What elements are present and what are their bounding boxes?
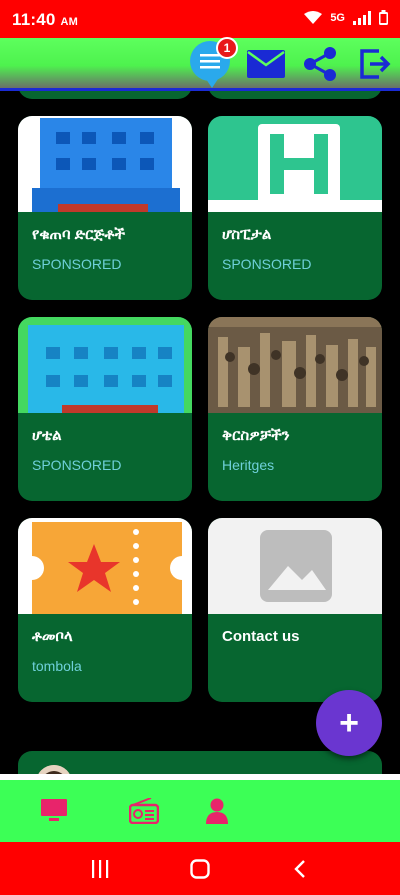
ticket-icon: [18, 518, 192, 614]
hotel-image: [18, 317, 192, 413]
mail-button[interactable]: [246, 44, 286, 84]
nav-radio-button[interactable]: [124, 794, 164, 828]
back-icon: [294, 860, 305, 878]
menu-bubble: 1: [190, 37, 238, 88]
partial-profile-card[interactable]: [18, 751, 382, 774]
card-subtitle: SPONSORED: [222, 256, 312, 272]
home-button[interactable]: [180, 854, 220, 884]
status-ampm: AM: [60, 16, 78, 28]
share-icon: [304, 47, 336, 81]
card-hotel[interactable]: ሆቴል SPONSORED: [18, 317, 192, 501]
notification-badge: 1: [216, 37, 238, 59]
status-icons: 5G: [304, 10, 388, 25]
logout-icon: [360, 49, 391, 79]
add-fab-button[interactable]: +: [316, 690, 382, 756]
app-bar: 1: [0, 37, 400, 91]
mail-icon: [247, 50, 285, 78]
bottom-nav: [0, 780, 400, 842]
hospital-image: [208, 116, 382, 212]
card-title: የቁጠባ ድርጅቶች: [32, 226, 126, 243]
nav-profile-button[interactable]: [197, 794, 237, 828]
menu-button[interactable]: 1: [190, 37, 238, 88]
heritage-image: [208, 317, 382, 413]
image-placeholder-icon: [208, 518, 382, 614]
card-subtitle: tombola: [32, 658, 82, 674]
share-button[interactable]: [300, 44, 340, 84]
status-time: 11:40 AM: [12, 10, 78, 30]
signal-icon: [353, 10, 371, 25]
category-grid: የቁጠባ ድርጅቶች SPONSORED ሆስፒታል SPONSORED ሆቴል…: [0, 91, 400, 774]
tv-icon: [41, 799, 67, 821]
card-title: ቅርስዎቻችን: [222, 427, 290, 444]
menu-icon: [200, 54, 220, 69]
card-heritage[interactable]: ቅርስዎቻችን Heritges: [208, 317, 382, 501]
tombola-image: [18, 518, 192, 614]
card-hospital[interactable]: ሆስፒታል SPONSORED: [208, 116, 382, 300]
card-title: ቶመቦላ: [32, 628, 73, 645]
hotel-building-icon: [18, 317, 192, 413]
status-time-value: 11:40: [12, 10, 56, 29]
card-title: ሆቴል: [32, 427, 62, 444]
card-subtitle: SPONSORED: [32, 457, 122, 473]
system-nav-bar: [0, 842, 400, 895]
card-contact[interactable]: Contact us: [208, 518, 382, 702]
hospital-icon: [208, 116, 382, 212]
radio-icon: [129, 798, 159, 824]
heritage-relief-icon: [208, 317, 382, 413]
network-label: 5G: [330, 11, 345, 24]
nav-tv-button[interactable]: [34, 794, 74, 828]
savings-image: [18, 116, 192, 212]
card-tombola[interactable]: ቶመቦላ tombola: [18, 518, 192, 702]
bank-building-icon: [18, 116, 192, 212]
partial-card-right[interactable]: [208, 91, 382, 99]
battery-icon: [379, 10, 388, 25]
contact-image: [208, 518, 382, 614]
home-icon: [190, 859, 210, 879]
person-icon: [206, 798, 228, 824]
recent-apps-icon: [92, 860, 109, 878]
status-bar: 11:40 AM 5G: [0, 0, 400, 38]
card-subtitle: Heritges: [222, 457, 275, 473]
card-title: Contact us: [222, 628, 300, 645]
card-savings[interactable]: የቁጠባ ድርጅቶች SPONSORED: [18, 116, 192, 300]
recent-apps-button[interactable]: [80, 854, 120, 884]
logout-button[interactable]: [354, 44, 394, 84]
wifi-icon: [304, 10, 323, 24]
card-title: ሆስፒታል: [222, 226, 272, 243]
back-button[interactable]: [280, 854, 320, 884]
card-subtitle: SPONSORED: [32, 256, 122, 272]
partial-card-left[interactable]: [18, 91, 192, 99]
